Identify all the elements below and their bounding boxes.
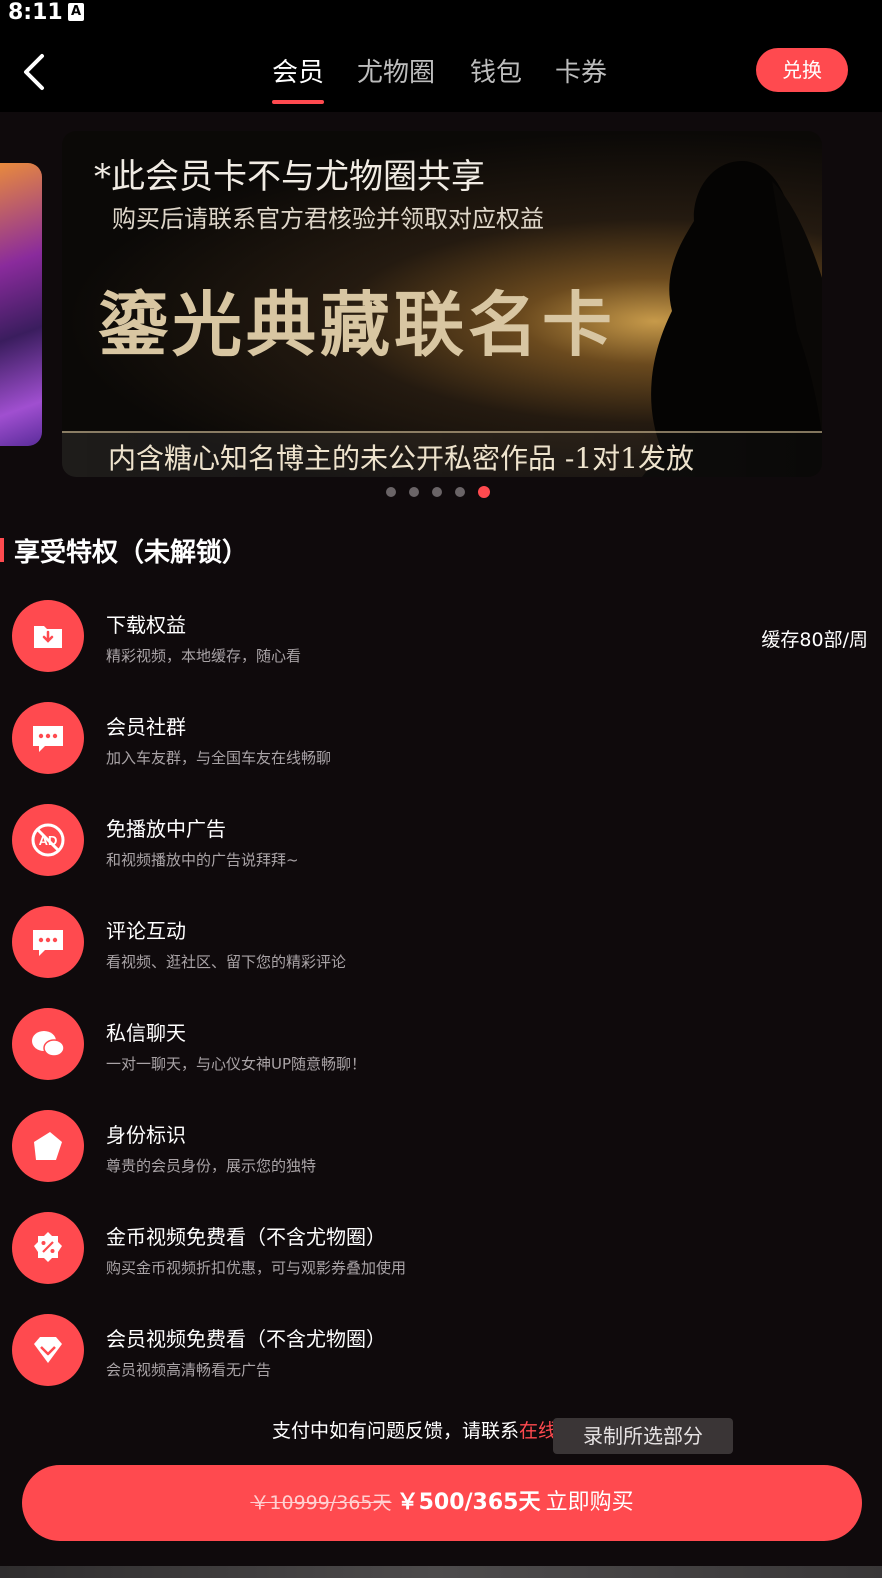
- chat-bubble-icon: [33, 726, 63, 752]
- private-message-icon: [32, 1031, 65, 1057]
- perk-item: 评论互动 看视频、逛社区、留下您的精彩评论: [0, 906, 882, 986]
- download-folder-icon: [34, 626, 62, 648]
- svg-text:AD: AD: [39, 833, 58, 848]
- banner-notice: *此会员卡不与尤物圈共享: [94, 157, 485, 197]
- banner-slide[interactable]: *此会员卡不与尤物圈共享 购买后请联系官方君核验并领取对应权益 鎏光典藏联名卡 …: [62, 131, 822, 477]
- banner-title: 鎏光典藏联名卡: [98, 283, 616, 366]
- tab-coupons[interactable]: 卡券: [555, 52, 607, 89]
- woman-silhouette-image: [642, 161, 822, 477]
- perk-description: 一对一聊天，与心仪女神UP随意畅聊！: [106, 1055, 367, 1073]
- perk-title: 下载权益: [106, 613, 186, 637]
- perk-description: 精彩视频，本地缓存，随心看: [106, 647, 302, 665]
- perk-item: AD 免播放中广告 和视频播放中的广告说拜拜~: [0, 804, 882, 884]
- perk-title: 会员社群: [106, 715, 186, 739]
- carousel-dot[interactable]: [455, 487, 465, 497]
- identity-badge-icon: [34, 1132, 62, 1160]
- perk-title: 身份标识: [106, 1123, 186, 1147]
- tab-youwu-circle[interactable]: 尤物圈: [357, 52, 435, 89]
- discount-coin-icon: [34, 1232, 62, 1262]
- perk-item: 私信聊天 一对一聊天，与心仪女神UP随意畅聊！: [0, 1008, 882, 1088]
- perk-description: 看视频、逛社区、留下您的精彩评论: [106, 953, 347, 971]
- perk-item: 会员社群 加入车友群，与全国车友在线畅聊: [0, 702, 882, 782]
- original-price: ￥10999/365天: [250, 1492, 392, 1514]
- chevron-left-icon: [24, 54, 44, 90]
- buy-now-button[interactable]: ￥10999/365天 ￥500/365天 立即购买: [22, 1465, 862, 1541]
- status-bar: 8:11 A: [0, 0, 882, 28]
- section-title: 享受特权（未解锁）: [14, 538, 249, 568]
- top-bar: 会员 尤物圈 钱包 卡券 兑换: [0, 28, 882, 112]
- help-message: 支付中如有问题反馈，请联系: [272, 1420, 520, 1442]
- bottom-edge: [0, 1566, 882, 1578]
- perk-title: 免播放中广告: [106, 817, 226, 841]
- perk-item: 会员视频免费看（不含尤物圈） 会员视频高清畅看无广告: [0, 1314, 882, 1394]
- perk-item: 下载权益 精彩视频，本地缓存，随心看 缓存80部/周: [0, 600, 882, 680]
- redeem-button[interactable]: 兑换: [756, 48, 848, 92]
- perk-title: 私信聊天: [106, 1021, 186, 1045]
- carousel-dot[interactable]: [432, 487, 442, 497]
- carousel-dot-active[interactable]: [478, 486, 490, 498]
- perk-description: 和视频播放中的广告说拜拜~: [106, 851, 299, 869]
- banner-subnotice: 购买后请联系官方君核验并领取对应权益: [112, 205, 544, 233]
- carousel-dot[interactable]: [409, 487, 419, 497]
- status-time: 8:11: [8, 0, 63, 25]
- perk-description: 会员视频高清畅看无广告: [106, 1361, 272, 1379]
- tab-wallet[interactable]: 钱包: [470, 52, 522, 89]
- perk-item: 身份标识 尊贵的会员身份，展示您的独特: [0, 1110, 882, 1190]
- perk-description: 尊贵的会员身份，展示您的独特: [106, 1157, 317, 1175]
- tab-membership[interactable]: 会员: [272, 52, 324, 89]
- active-tab-indicator: [272, 100, 324, 104]
- notification-icon: A: [68, 3, 84, 21]
- perk-quota: 缓存80部/周: [761, 629, 868, 651]
- perk-title: 评论互动: [106, 919, 186, 943]
- banner-caption: 内含糖心知名博主的未公开私密作品 -1对1发放: [108, 442, 694, 475]
- comment-icon: [33, 930, 63, 956]
- perk-title: 金币视频免费看（不含尤物圈）: [106, 1225, 386, 1249]
- record-selection-toast[interactable]: 录制所选部分: [553, 1418, 733, 1454]
- diamond-icon: [34, 1337, 62, 1363]
- back-button[interactable]: [18, 52, 54, 92]
- contact-support-link[interactable]: 在线: [519, 1420, 557, 1442]
- section-accent-bar: [0, 538, 4, 562]
- banner-previous-slide[interactable]: [0, 163, 42, 446]
- perk-description: 加入车友群，与全国车友在线畅聊: [106, 749, 332, 767]
- buy-now-label: 立即购买: [545, 1490, 634, 1515]
- payment-help-text: 支付中如有问题反馈，请联系在线: [272, 1416, 557, 1443]
- current-price: ￥500/365天: [396, 1490, 541, 1515]
- perk-item: 金币视频免费看（不含尤物圈） 购买金币视频折扣优惠，可与观影券叠加使用: [0, 1212, 882, 1292]
- no-ad-icon: AD: [31, 823, 65, 857]
- perk-title: 会员视频免费看（不含尤物圈）: [106, 1327, 386, 1351]
- carousel-dot[interactable]: [386, 487, 396, 497]
- perk-description: 购买金币视频折扣优惠，可与观影券叠加使用: [106, 1259, 407, 1277]
